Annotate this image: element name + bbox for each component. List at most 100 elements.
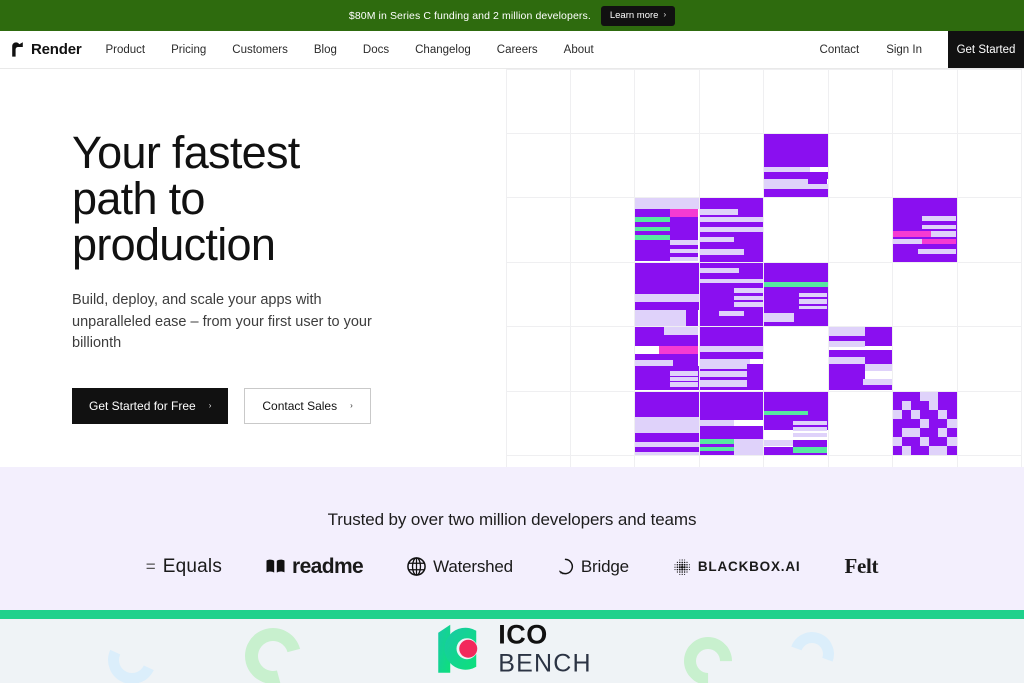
art-cell <box>506 133 571 198</box>
logo-equals-label: Equals <box>162 555 223 577</box>
headline-line-2: path to <box>72 173 205 224</box>
art-cell <box>635 262 700 327</box>
art-cell <box>570 133 635 198</box>
globe-icon <box>407 557 426 576</box>
art-cell <box>635 198 700 263</box>
nav-link-careers[interactable]: Careers <box>497 44 538 56</box>
icobench-logo[interactable]: ICO BENCH <box>432 621 592 676</box>
hero-art-grid <box>506 69 1024 467</box>
nav-links: Product Pricing Customers Blog Docs Chan… <box>105 31 593 68</box>
logo-equals[interactable]: = Equals <box>146 556 222 578</box>
art-cell <box>957 133 1022 198</box>
art-cell <box>893 456 958 467</box>
art-cell <box>699 69 764 134</box>
art-cell <box>570 262 635 327</box>
art-cell <box>764 133 829 198</box>
art-cell <box>570 69 635 134</box>
art-cell-pattern <box>699 198 763 262</box>
art-cell-pattern <box>635 262 699 326</box>
art-cell <box>699 391 764 456</box>
icobench-mark-icon <box>432 623 484 675</box>
headline-line-3: production <box>72 219 276 270</box>
art-cell <box>828 198 893 263</box>
get-started-free-label: Get Started for Free <box>89 398 196 413</box>
art-cell <box>635 456 700 467</box>
art-cell <box>764 327 829 392</box>
art-cell-pattern <box>699 262 763 326</box>
get-started-free-button[interactable]: Get Started for Free › <box>72 387 229 424</box>
art-cell <box>828 69 893 134</box>
art-cell <box>893 327 958 392</box>
customer-logo-row: = Equals readme Watershed Bridge BLACKBO… <box>146 554 879 579</box>
icobench-wordmark: ICO BENCH <box>498 621 592 676</box>
nav-link-changelog[interactable]: Changelog <box>415 44 471 56</box>
art-cell <box>893 391 958 456</box>
nav-link-product[interactable]: Product <box>105 44 145 56</box>
decor-ring-green-left <box>234 617 312 683</box>
art-cell <box>506 391 571 456</box>
chevron-right-icon: › <box>208 400 212 410</box>
hero-artwork <box>506 69 1024 467</box>
art-cell <box>635 69 700 134</box>
art-cell-pattern <box>764 262 828 326</box>
art-cell <box>699 198 764 263</box>
art-cell <box>764 198 829 263</box>
art-cell <box>958 456 1022 467</box>
art-cell-checker <box>893 391 957 456</box>
art-cell-pattern <box>635 198 699 262</box>
green-accent-bar <box>0 610 1024 619</box>
nav-link-docs[interactable]: Docs <box>363 44 389 56</box>
art-cell-pattern <box>764 391 828 456</box>
art-cell-pattern <box>699 327 763 391</box>
logo-watershed-label: Watershed <box>433 556 513 576</box>
logo-blackbox[interactable]: BLACKBOX.AI <box>673 558 801 576</box>
nav-link-blog[interactable]: Blog <box>314 44 337 56</box>
contact-sales-button[interactable]: Contact Sales › <box>244 387 371 424</box>
get-started-button[interactable]: Get Started <box>948 31 1024 68</box>
logo-blackbox-label: BLACKBOX.AI <box>697 559 801 574</box>
art-cell <box>893 69 958 134</box>
decor-ring-blue-right <box>782 624 842 683</box>
art-cell-pattern <box>699 391 763 455</box>
trust-band: Trusted by over two million developers a… <box>0 467 1024 610</box>
art-cell <box>570 391 635 456</box>
art-cell <box>506 262 571 327</box>
art-cell <box>570 327 635 392</box>
logo-watershed[interactable]: Watershed <box>407 557 513 577</box>
brand-name: Render <box>31 41 82 58</box>
art-cell <box>893 133 958 198</box>
art-cell <box>828 133 893 198</box>
nav-link-contact[interactable]: Contact <box>820 44 860 56</box>
nav-link-pricing[interactable]: Pricing <box>171 44 206 56</box>
trust-title: Trusted by over two million developers a… <box>327 510 697 529</box>
nav-link-about[interactable]: About <box>564 44 594 56</box>
contact-sales-label: Contact Sales <box>262 398 338 413</box>
art-cell <box>506 327 571 392</box>
icobench-top-label: ICO <box>498 619 548 650</box>
art-cell <box>957 327 1022 392</box>
nav-link-sign-in[interactable]: Sign In <box>886 44 922 56</box>
chevron-right-icon: › <box>350 400 353 410</box>
learn-more-button[interactable]: Learn more › <box>600 5 676 26</box>
art-cell <box>699 133 764 198</box>
art-cell <box>957 198 1022 263</box>
art-cell-pattern <box>635 327 699 391</box>
icobench-bottom-label: BENCH <box>498 649 592 678</box>
logo-bridge[interactable]: Bridge <box>557 557 629 577</box>
headline-line-1: Your fastest <box>72 127 300 178</box>
logo-readme[interactable]: readme <box>266 555 364 579</box>
art-cell <box>957 391 1022 456</box>
art-cell-pattern <box>764 133 828 198</box>
nav-link-customers[interactable]: Customers <box>232 44 288 56</box>
brand-logo[interactable]: Render <box>0 31 99 68</box>
art-cell <box>764 69 829 134</box>
art-cell-pattern <box>893 198 957 262</box>
art-cell <box>764 262 829 327</box>
art-cell <box>571 456 635 467</box>
logo-bridge-label: Bridge <box>580 556 629 576</box>
logo-felt[interactable]: Felt <box>844 554 878 579</box>
art-cell <box>764 391 829 456</box>
art-cell <box>635 391 700 456</box>
hero-cta-row: Get Started for Free › Contact Sales › <box>72 387 472 424</box>
art-cell-pattern <box>828 327 892 391</box>
